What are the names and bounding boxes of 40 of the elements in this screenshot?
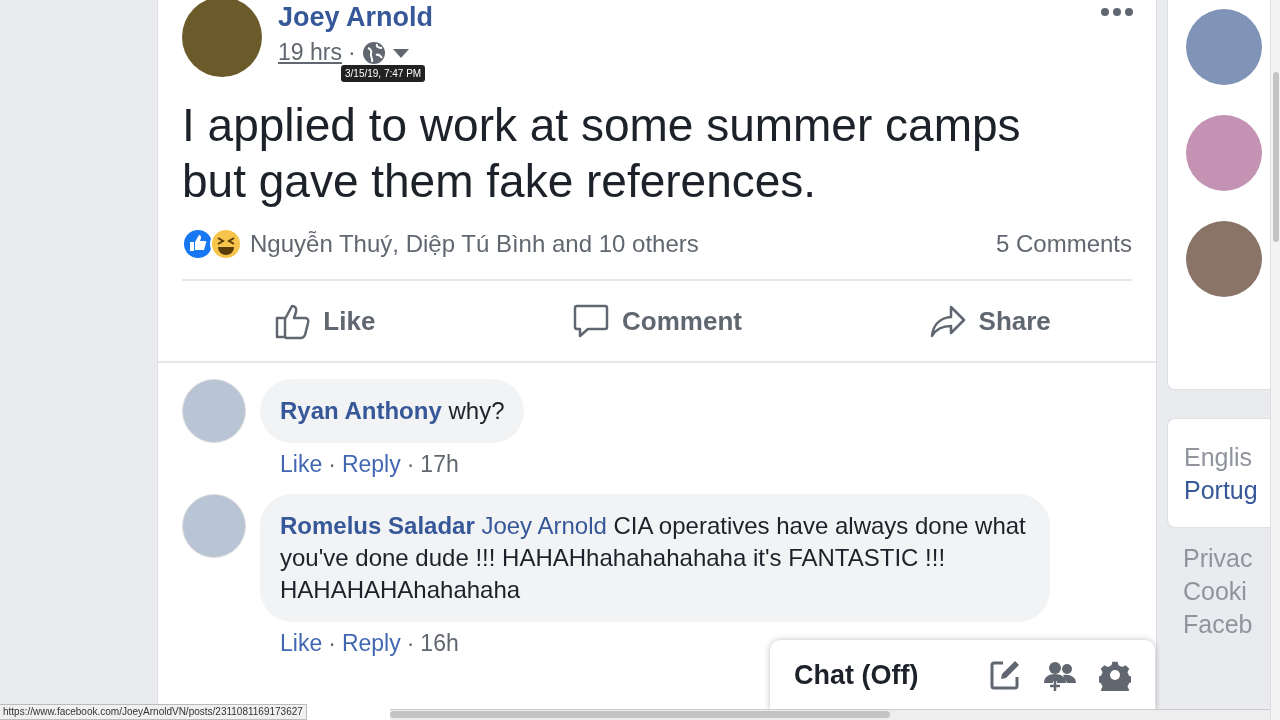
current-language: Englis (1183, 442, 1254, 473)
separator-dot: · (347, 39, 356, 66)
separator-dot: · (328, 630, 336, 657)
like-reaction-icon (182, 228, 214, 260)
separator-dot: · (406, 630, 415, 657)
laughing-face-icon (210, 228, 242, 260)
comment-button[interactable]: Comment (490, 281, 824, 361)
reply-link[interactable]: Reply (341, 451, 401, 478)
scrollbar-thumb[interactable] (1273, 72, 1279, 242)
post-time[interactable]: 19 hrs (278, 39, 342, 66)
globe-icon[interactable] (361, 40, 386, 65)
like-link[interactable]: Like (280, 451, 323, 478)
status-url: https://www.facebook.com/JoeyArnoldVN/posts/2311081169173627 (0, 704, 307, 720)
chat-label[interactable]: Chat (Off) (794, 659, 967, 691)
separator-dot: · (406, 451, 415, 478)
settings-icon[interactable] (1099, 659, 1131, 691)
language-link[interactable]: Portug (1168, 474, 1270, 507)
like-button[interactable]: Like (158, 281, 491, 361)
vertical-scrollbar[interactable] (1270, 0, 1280, 720)
dropdown-caret-icon[interactable] (391, 46, 410, 59)
compose-icon[interactable] (989, 659, 1021, 691)
comment-text: Ryan Anthony why? (280, 396, 505, 426)
post-text: I applied to work at some summer camps but gave them fake references. (181, 98, 1022, 209)
horizontal-scrollbar[interactable] (390, 709, 1270, 720)
timestamp-tooltip: 3/15/19, 7:47 PM (341, 65, 426, 82)
scrollbar-thumb[interactable] (390, 711, 890, 718)
speech-bubble-icon (572, 302, 611, 340)
separator-dot: · (328, 451, 336, 478)
author-name[interactable]: Joey Arnold (278, 2, 434, 33)
like-link[interactable]: Like (280, 630, 323, 657)
comment-time[interactable]: 16h (420, 630, 459, 657)
people-plus-icon[interactable] (1043, 659, 1077, 691)
more-options-icon[interactable] (1100, 7, 1134, 17)
reactions-summary[interactable]: Nguyễn Thuý, Diệp Tú Bình and 10 others (250, 230, 996, 258)
reply-link[interactable]: Reply (341, 630, 401, 657)
comments-count[interactable]: 5 Comments (995, 230, 1132, 258)
thumbs-up-icon (273, 302, 312, 340)
comment-time[interactable]: 17h (420, 451, 459, 478)
share-button[interactable]: Share (823, 281, 1156, 361)
comment-text: Romelus Saladar Joey Arnold CIA operatives have always done what you've done dude !!! HAHAHhahahahahaha it's FANTASTIC !!! HAHAHAHAhahahaha (280, 511, 1027, 605)
